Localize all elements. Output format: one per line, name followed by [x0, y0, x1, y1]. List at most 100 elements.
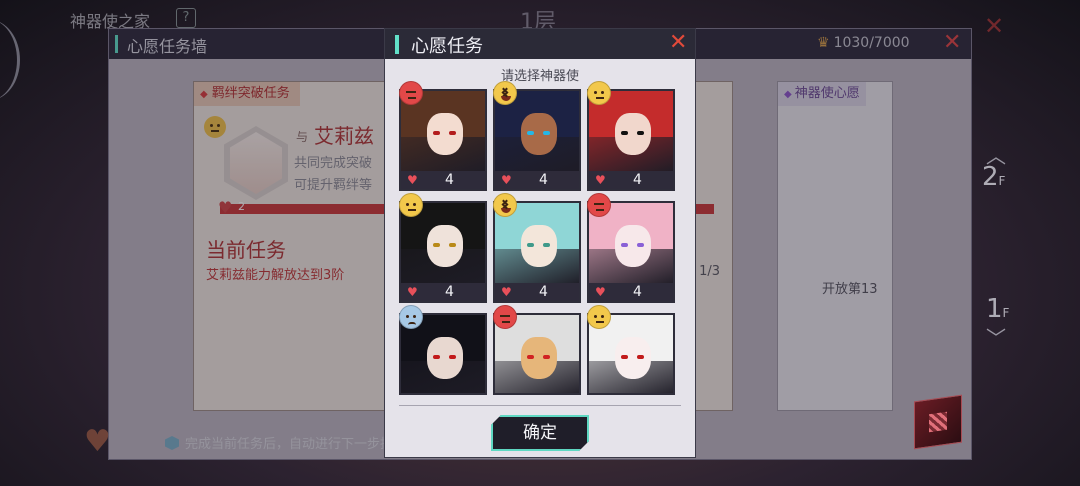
heart-icon: ♥	[595, 173, 606, 187]
wish-card[interactable]: ◆ 神器使心愿 开放第13	[777, 81, 893, 411]
heart-icon: ♥	[501, 173, 512, 187]
floor-2-button[interactable]: 2F	[982, 162, 1005, 192]
current-task-title: 当前任务	[206, 238, 286, 262]
task-description: 艾莉兹能力解放达到3阶	[206, 268, 345, 283]
heart-icon: ♥	[595, 285, 606, 299]
mood-mouth	[596, 321, 604, 323]
mood-sad-icon	[399, 305, 423, 329]
mood-mouth	[502, 321, 510, 323]
portrait-eye	[621, 131, 628, 135]
modal-accent-bar	[395, 35, 399, 54]
mood-neutral-icon	[587, 305, 611, 329]
floor-2-suffix: F	[998, 174, 1006, 188]
task-progress: 1/3	[699, 264, 720, 279]
guide-hint-text: 完成当前任务后，自动进行下一步指引	[185, 437, 407, 452]
currency-counter: ♛ 1030/7000	[817, 35, 910, 51]
floor-1-number: 1	[986, 294, 1003, 324]
affection-stat: ♥ 4	[495, 171, 579, 189]
character-name: 艾莉兹	[314, 124, 374, 148]
cube-item-icon[interactable]	[914, 394, 962, 450]
portrait-eye	[543, 243, 550, 247]
wish-card-open-text: 开放第13	[822, 282, 878, 297]
modal-subtitle: 请选择神器使	[500, 69, 579, 84]
floor-down-chevron-icon[interactable]: ﹀	[986, 322, 1006, 351]
portrait-eye	[637, 355, 644, 359]
bond-card-tag: ◆ 羁绊突破任务	[194, 82, 300, 106]
affection-value: 4	[445, 172, 454, 188]
modal-title: 心愿任务	[411, 36, 483, 57]
affection-stat: ♥ 4	[589, 171, 673, 189]
hexagon-icon	[165, 436, 179, 450]
mood-excited-icon	[493, 81, 517, 105]
mood-mouth	[408, 209, 416, 211]
mood-excited-icon	[493, 193, 517, 217]
bond-level: 2	[238, 200, 245, 213]
floor-1-button[interactable]: 1F	[986, 294, 1009, 324]
portrait-eye	[543, 355, 550, 359]
affection-value: 4	[633, 284, 642, 300]
modal-header: 心愿任务 ✕	[385, 29, 695, 59]
portrait-eye	[621, 355, 628, 359]
mood-mouth	[501, 208, 511, 213]
bond-desc-line1: 共同完成突破	[294, 156, 373, 171]
affection-stat: ♥ 4	[495, 283, 579, 301]
portrait-eye	[527, 131, 534, 135]
mood-mouth	[596, 97, 604, 99]
with-label: 与	[296, 130, 309, 144]
header-accent-bar	[115, 35, 118, 53]
portrait-eye	[433, 355, 440, 359]
heart-icon: ♥	[218, 198, 233, 217]
mood-mouth	[501, 96, 511, 101]
mood-mouth	[596, 209, 604, 211]
portrait-eye	[433, 131, 440, 135]
portrait-eye	[637, 243, 644, 247]
floor-2-number: 2	[982, 162, 999, 192]
portrait-eye	[449, 243, 456, 247]
mood-angry-icon	[493, 305, 517, 329]
mood-angry-icon	[587, 193, 611, 217]
decorative-arc	[0, 20, 20, 100]
portrait-eye	[637, 131, 644, 135]
portrait-eye	[543, 131, 550, 135]
confirm-button[interactable]: 确定	[491, 415, 589, 451]
wish-task-modal: 心愿任务 ✕ 请选择神器使 ♥ 4 ♥ 4 ♥ 4 ♥ 4 ♥ 4 ♥ 4 确定	[384, 28, 696, 458]
affection-value: 4	[539, 284, 548, 300]
portrait-eye	[449, 355, 456, 359]
portrait-eye	[527, 355, 534, 359]
heart-decor-icon: ♥	[84, 424, 111, 459]
wish-wall-close-icon[interactable]: ✕	[943, 30, 961, 55]
mood-angry-icon	[399, 81, 423, 105]
mood-mouth	[408, 322, 416, 325]
currency-value: 1030/7000	[833, 35, 910, 51]
house-close-icon[interactable]: ✕	[984, 12, 1004, 40]
affection-stat: ♥ 4	[401, 171, 485, 189]
affection-value: 4	[445, 284, 454, 300]
affection-stat: ♥ 4	[401, 283, 485, 301]
mood-neutral-icon	[204, 116, 226, 138]
affection-value: 4	[539, 172, 548, 188]
wish-card-tag-label: 神器使心愿	[794, 86, 860, 101]
portrait-eye	[527, 243, 534, 247]
portrait-eye	[449, 131, 456, 135]
heart-icon: ♥	[407, 173, 418, 187]
modal-divider	[399, 405, 681, 406]
modal-close-icon[interactable]: ✕	[669, 30, 687, 55]
affection-stat: ♥ 4	[589, 283, 673, 301]
help-icon[interactable]: ?	[176, 8, 196, 28]
heart-icon: ♥	[407, 285, 418, 299]
bond-desc-line2: 可提升羁绊等	[294, 178, 373, 193]
mood-mouth	[408, 97, 416, 99]
mood-neutral-icon	[399, 193, 423, 217]
bond-card-tag-label: 羁绊突破任务	[211, 86, 290, 101]
affection-value: 4	[633, 172, 642, 188]
character-portrait	[224, 126, 288, 200]
mood-neutral-icon	[587, 81, 611, 105]
diamond-icon: ◆	[200, 89, 208, 100]
heart-icon: ♥	[501, 285, 512, 299]
portrait-eye	[621, 243, 628, 247]
guide-hint: 完成当前任务后，自动进行下一步指引	[165, 433, 406, 452]
floor-1-suffix: F	[1002, 306, 1010, 320]
diamond-icon: ◆	[784, 89, 792, 100]
wish-card-tag: ◆ 神器使心愿	[778, 82, 866, 106]
wish-wall-title: 心愿任务墙	[127, 37, 208, 56]
